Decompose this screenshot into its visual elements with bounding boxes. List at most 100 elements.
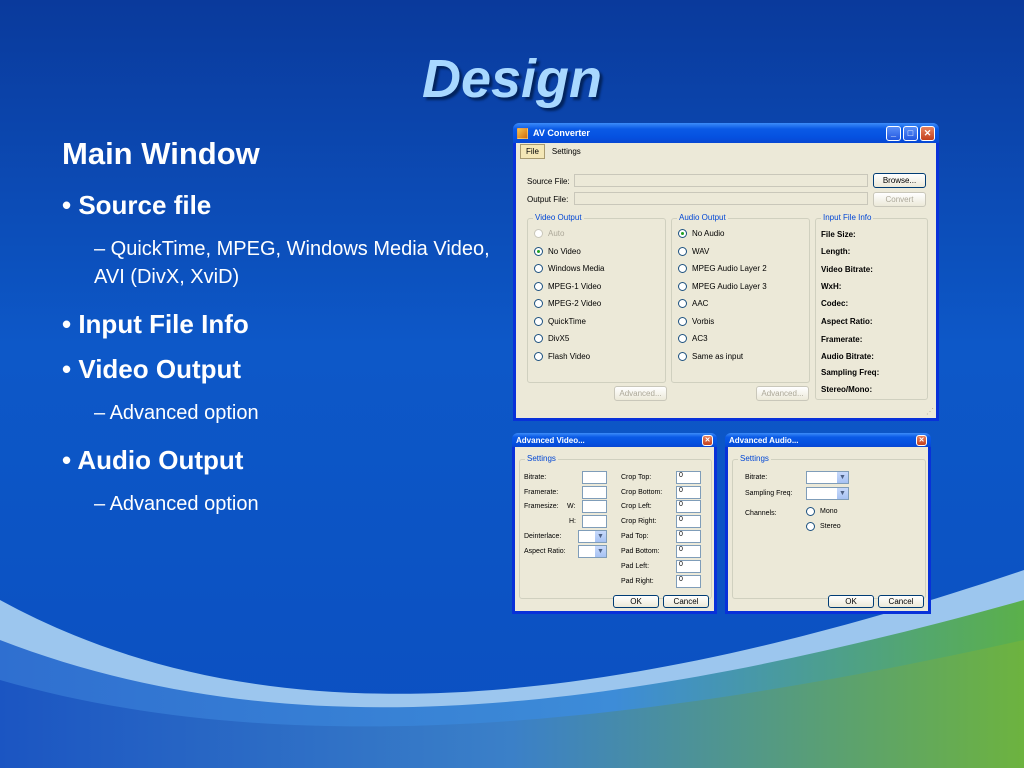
audio-output-group: Audio Output No Audio WAV MPEG Audio Lay…	[671, 213, 810, 383]
source-file-input[interactable]	[574, 174, 868, 187]
adv-audio-client: Settings Bitrate: ▼ Sampling Freq: ▼ Cha…	[728, 447, 928, 611]
adv-video-ok-button[interactable]: OK	[613, 595, 659, 608]
video-radio-windows-media[interactable]: Windows Media	[534, 264, 604, 273]
adv-video-height-input[interactable]	[582, 515, 607, 528]
close-icon[interactable]: ✕	[920, 125, 935, 141]
pad-left-label: Pad Left:	[621, 563, 650, 570]
menu-file[interactable]: File	[520, 144, 545, 159]
adv-video-titlebar[interactable]: Advanced Video... ✕	[512, 433, 717, 447]
adv-audio-bitrate-select[interactable]: ▼	[806, 471, 849, 484]
adv-audio-channels-label: Channels:	[745, 510, 777, 517]
video-radio-mpeg2[interactable]: MPEG-2 Video	[534, 299, 601, 308]
pad-left-input[interactable]: 0	[676, 560, 701, 573]
advanced-audio-window: Advanced Audio... ✕ Settings Bitrate: ▼ …	[725, 433, 931, 614]
adv-video-cancel-button[interactable]: Cancel	[663, 595, 709, 608]
video-radio-quicktime[interactable]: QuickTime	[534, 317, 586, 326]
audio-radio-vorbis[interactable]: Vorbis	[678, 317, 714, 326]
adv-audio-close-icon[interactable]: ✕	[916, 434, 927, 446]
input-file-info-group: Input File Info File Size: Length: Video…	[815, 213, 928, 400]
adv-audio-stereo-radio[interactable]: Stereo	[806, 522, 841, 531]
pad-top-label: Pad Top:	[621, 533, 649, 540]
crop-left-input[interactable]: 0	[676, 500, 701, 513]
audio-radio-same-as-input[interactable]: Same as input	[678, 352, 743, 361]
minimize-icon[interactable]: _	[886, 125, 901, 141]
adv-video-bitrate-label: Bitrate:	[524, 474, 547, 481]
chevron-down-icon: ▼	[837, 472, 848, 483]
main-heading: Main Window	[62, 136, 260, 171]
chevron-down-icon: ▼	[837, 488, 848, 499]
video-output-group: Video Output Auto No Video Windows Media…	[527, 213, 666, 383]
adv-video-bitrate-input[interactable]	[582, 471, 607, 484]
adv-audio-titlebar[interactable]: Advanced Audio... ✕	[725, 433, 931, 447]
bullet-audio-output: • Audio Output	[62, 445, 244, 475]
crop-top-label: Crop Top:	[621, 474, 652, 481]
chevron-down-icon: ▼	[595, 546, 606, 557]
info-codec: Codec:	[821, 299, 849, 308]
info-length: Length:	[821, 247, 851, 256]
output-file-label: Output File:	[527, 195, 569, 204]
adv-audio-title: Advanced Audio...	[729, 435, 799, 445]
adv-video-client: Settings Bitrate: Framerate: Framesize: …	[515, 447, 714, 611]
info-stereo-mono: Stereo/Mono:	[821, 385, 873, 394]
app-icon	[517, 127, 528, 139]
input-file-info-title: Input File Info	[821, 213, 874, 222]
menu-settings[interactable]: Settings	[547, 145, 586, 158]
adv-audio-cancel-button[interactable]: Cancel	[878, 595, 924, 608]
adv-video-framerate-label: Framerate:	[524, 489, 559, 496]
resize-grip-icon[interactable]: ⋰	[926, 407, 934, 416]
video-radio-no-video[interactable]: No Video	[534, 247, 581, 256]
info-sampling-freq: Sampling Freq:	[821, 368, 880, 377]
convert-button[interactable]: Convert	[873, 192, 926, 207]
video-radio-mpeg1[interactable]: MPEG-1 Video	[534, 282, 601, 291]
pad-bottom-label: Pad Bottom:	[621, 548, 660, 555]
audio-radio-no-audio[interactable]: No Audio	[678, 229, 724, 238]
adv-audio-sampling-select[interactable]: ▼	[806, 487, 849, 500]
audio-radio-ac3[interactable]: AC3	[678, 334, 708, 343]
browse-button[interactable]: Browse...	[873, 173, 926, 188]
adv-video-title: Advanced Video...	[516, 435, 585, 445]
video-output-group-title: Video Output	[533, 213, 584, 222]
chevron-down-icon: ▼	[595, 531, 606, 542]
info-wxh: WxH:	[821, 282, 842, 291]
pad-top-input[interactable]: 0	[676, 530, 701, 543]
bullet-video-output: • Video Output	[62, 354, 242, 384]
audio-advanced-button[interactable]: Advanced...	[756, 386, 809, 401]
adv-video-framerate-input[interactable]	[582, 486, 607, 499]
video-radio-divx5[interactable]: DivX5	[534, 334, 569, 343]
audio-radio-wav[interactable]: WAV	[678, 247, 709, 256]
video-radio-auto[interactable]: Auto	[534, 229, 564, 238]
audio-radio-aac[interactable]: AAC	[678, 299, 708, 308]
adv-video-deinterlace-select[interactable]: ▼	[578, 530, 607, 543]
audio-radio-mp3[interactable]: MPEG Audio Layer 3	[678, 282, 767, 291]
advanced-video-window: Advanced Video... ✕ Settings Bitrate: Fr…	[512, 433, 717, 614]
bullet-source-file: • Source file	[62, 190, 212, 220]
adv-audio-settings-title: Settings	[738, 454, 771, 463]
adv-video-w-label: W:	[567, 503, 576, 510]
pad-right-input[interactable]: 0	[676, 575, 701, 588]
adv-video-framesize-label: Framesize:	[524, 503, 559, 510]
info-file-size: File Size:	[821, 230, 856, 239]
video-advanced-button[interactable]: Advanced...	[614, 386, 667, 401]
crop-right-input[interactable]: 0	[676, 515, 701, 528]
crop-top-input[interactable]: 0	[676, 471, 701, 484]
slide-title: Design	[421, 49, 603, 109]
audio-radio-mp2[interactable]: MPEG Audio Layer 2	[678, 264, 767, 273]
output-file-input[interactable]	[574, 192, 868, 205]
audio-output-group-title: Audio Output	[677, 213, 728, 222]
adv-video-width-input[interactable]	[582, 500, 607, 513]
adv-video-close-icon[interactable]: ✕	[702, 434, 713, 446]
info-framerate: Framerate:	[821, 335, 863, 344]
crop-bottom-label: Crop Bottom:	[621, 489, 663, 496]
adv-video-settings-title: Settings	[525, 454, 558, 463]
adv-video-aspect-select[interactable]: ▼	[578, 545, 607, 558]
maximize-icon[interactable]: □	[903, 125, 918, 141]
adv-video-deinterlace-label: Deinterlace:	[524, 533, 562, 540]
pad-right-label: Pad Right:	[621, 578, 654, 585]
crop-bottom-input[interactable]: 0	[676, 486, 701, 499]
pad-bottom-input[interactable]: 0	[676, 545, 701, 558]
bullet-video-output-sub: – Advanced option	[94, 402, 259, 424]
video-radio-flash[interactable]: Flash Video	[534, 352, 590, 361]
adv-audio-ok-button[interactable]: OK	[828, 595, 874, 608]
adv-audio-mono-radio[interactable]: Mono	[806, 507, 838, 516]
main-titlebar[interactable]: AV Converter _ □ ✕	[513, 123, 939, 143]
